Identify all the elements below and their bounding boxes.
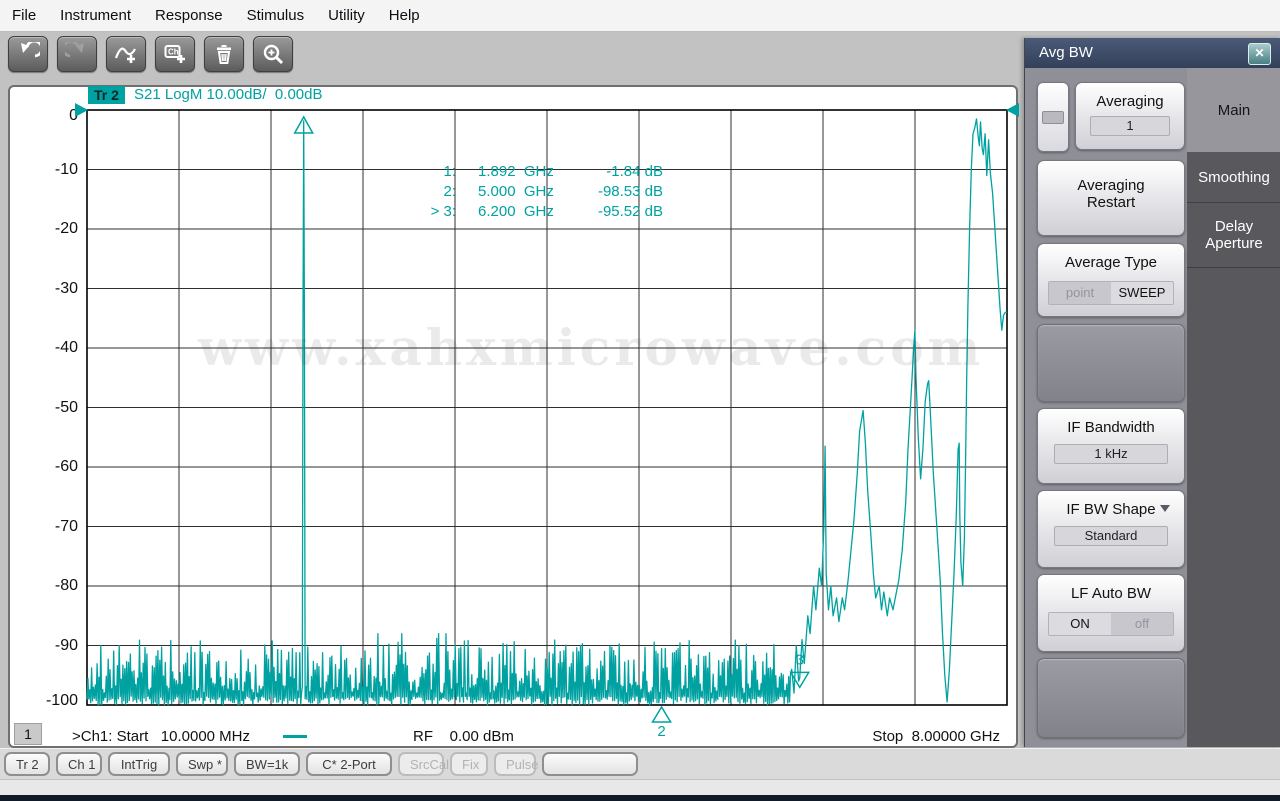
trace-legend-dash — [283, 735, 307, 738]
y-tick--20: -20 — [54, 220, 78, 237]
y-tick--60: -60 — [54, 458, 78, 475]
average-type-button[interactable]: Average Type point SWEEP — [1037, 243, 1185, 317]
menu-item-stimulus[interactable]: Stimulus — [247, 7, 305, 24]
bottom-button-c-2-port[interactable]: C* 2-Port — [306, 752, 392, 776]
marker-1-freq: 1.892 GHz — [478, 163, 554, 180]
bottom-button-pulse[interactable]: Pulse — [494, 752, 539, 776]
zoom-icon — [263, 44, 284, 65]
tab-smoothing[interactable]: Smoothing — [1187, 152, 1280, 203]
marker-3-freq: 6.200 GHz — [478, 203, 554, 220]
vna-application-window: File Instrument Response Stimulus Utility Hel… — [0, 0, 1280, 801]
redo-button[interactable] — [57, 36, 97, 72]
status-strip — [0, 779, 1280, 796]
average-type-sweep[interactable]: SWEEP — [1111, 282, 1173, 304]
delete-icon — [217, 45, 231, 64]
blank-button-1 — [1037, 324, 1185, 402]
svg-text:2: 2 — [657, 723, 665, 740]
bottom-button-ch-1[interactable]: Ch 1 — [56, 752, 102, 776]
close-icon[interactable]: ✕ — [1248, 43, 1271, 65]
marker-1-label: 1: — [443, 163, 456, 180]
lf-auto-bw-on[interactable]: ON — [1049, 613, 1111, 635]
y-tick--70: -70 — [54, 517, 78, 535]
bottom-dark-bar — [0, 795, 1280, 801]
menu-item-response[interactable]: Response — [155, 7, 223, 24]
y-tick--10: -10 — [54, 160, 78, 178]
y-tick--40: -40 — [54, 339, 78, 356]
bottom-button-bw-1k[interactable]: BW=1k — [234, 752, 300, 776]
bottom-button-tr-2[interactable]: Tr 2 — [4, 752, 50, 776]
y-tick--50: -50 — [54, 398, 78, 416]
if-bandwidth-button[interactable]: IF Bandwidth 1 kHz — [1037, 408, 1185, 484]
undo-button[interactable] — [8, 36, 48, 72]
zoom-button[interactable] — [253, 36, 293, 72]
avg-bw-panel: Avg BW ✕ Main Smoothing Delay Aperture A… — [1024, 38, 1280, 747]
y-tick-0: 0 — [69, 107, 78, 124]
if-bw-shape-value[interactable]: Standard — [1054, 526, 1168, 546]
toggle-indicator — [1042, 111, 1064, 124]
delete-button[interactable] — [204, 36, 244, 72]
lf-auto-bw-button[interactable]: LF Auto BW ON off — [1037, 574, 1185, 652]
y-tick--80: -80 — [54, 577, 78, 594]
y-tick--90: -90 — [54, 636, 78, 654]
lf-auto-bw-switch[interactable]: ON off — [1048, 612, 1174, 636]
tab-delay-aperture[interactable]: Delay Aperture — [1187, 203, 1280, 268]
marker-1-value: -1.84 dB — [606, 163, 663, 180]
bottom-button-fix[interactable]: Fix — [450, 752, 488, 776]
y-tick--100: -100 — [45, 692, 78, 709]
menu-item-help[interactable]: Help — [389, 7, 420, 24]
channel-number-badge[interactable]: 1 — [14, 723, 42, 745]
averaging-toggle[interactable] — [1037, 82, 1069, 152]
bottom-button-srccal[interactable]: SrcCal — [398, 752, 449, 776]
add-trace-button[interactable] — [106, 36, 146, 72]
add-channel-icon: Ch — [164, 45, 185, 63]
menu-item-instrument[interactable]: Instrument — [60, 7, 131, 24]
average-type-point[interactable]: point — [1049, 282, 1111, 304]
redo-icon — [65, 42, 84, 58]
marker-2-value: -98.53 dB — [597, 183, 663, 200]
chevron-down-icon — [1160, 505, 1170, 512]
if-bandwidth-value[interactable]: 1 kHz — [1054, 444, 1168, 464]
stop-frequency-readout: Stop 8.00000 GHz — [872, 728, 1000, 745]
blank-button-2 — [1037, 658, 1185, 738]
averaging-button[interactable]: Averaging 1 — [1075, 82, 1185, 150]
marker-2-freq: 5.000 GHz — [478, 183, 554, 200]
menu-item-utility[interactable]: Utility — [328, 7, 365, 24]
add-trace-icon — [114, 47, 136, 63]
start-frequency-readout: >Ch1: Start 10.0000 MHz — [72, 728, 251, 745]
trace-header: S21 LogM 10.00dB/ 0.00dB — [134, 86, 323, 103]
averaging-value[interactable]: 1 — [1090, 116, 1170, 136]
if-bw-shape-button[interactable]: IF BW Shape Standard — [1037, 490, 1185, 568]
tab-main[interactable]: Main — [1187, 68, 1280, 152]
add-channel-button[interactable]: Ch — [155, 36, 195, 72]
bottom-button-inttrig[interactable]: IntTrig — [108, 752, 170, 776]
panel-title: Avg BW — [1025, 38, 1280, 68]
svg-text:Ch: Ch — [168, 48, 179, 57]
bottom-button-blank[interactable] — [542, 752, 638, 776]
y-tick--30: -30 — [54, 279, 78, 297]
marker-3-label: > 3: — [430, 203, 456, 220]
menu-item-file[interactable]: File — [12, 7, 36, 24]
menu-bar: File Instrument Response Stimulus Utility Hel… — [0, 0, 1280, 32]
rf-power-readout: RF 0.00 dBm — [413, 728, 514, 745]
averaging-restart-button[interactable]: Averaging Restart — [1037, 160, 1185, 236]
bottom-button-swp-[interactable]: Swp * — [176, 752, 228, 776]
lf-auto-bw-off[interactable]: off — [1111, 613, 1173, 635]
average-type-switch[interactable]: point SWEEP — [1048, 281, 1174, 305]
trace-badge[interactable]: Tr 2 — [88, 86, 125, 104]
bottom-status-toolbar: Tr 2 Ch 1 IntTrig Swp * BW=1k C* 2-Port SrcCal… — [0, 748, 1280, 779]
svg-text:3: 3 — [796, 651, 804, 668]
undo-icon — [21, 42, 40, 58]
marker-3-value: -95.52 dB — [597, 203, 663, 220]
marker-2-label: 2: — [443, 183, 456, 200]
